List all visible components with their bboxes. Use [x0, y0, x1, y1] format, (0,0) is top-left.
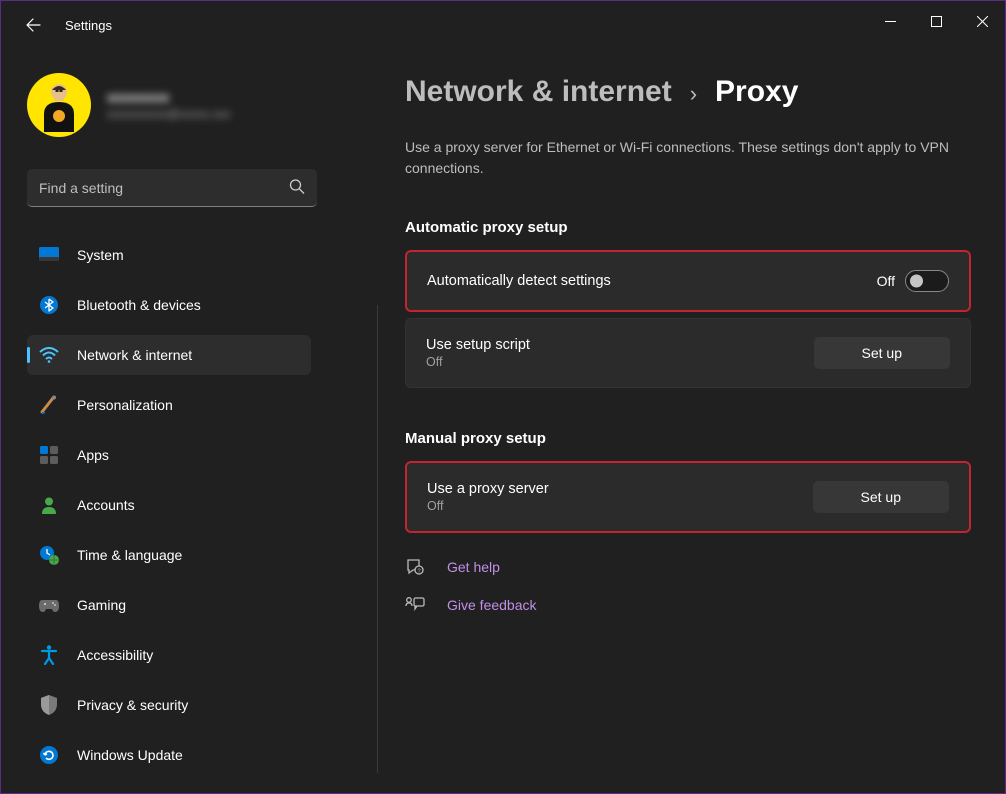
window-title: Settings	[65, 18, 112, 33]
setup-script-button[interactable]: Set up	[814, 337, 950, 369]
nav-gaming[interactable]: Gaming	[27, 585, 311, 625]
paintbrush-icon	[39, 395, 59, 415]
nav-label: Network & internet	[77, 347, 192, 363]
back-button[interactable]	[23, 15, 43, 35]
section-auto-title: Automatic proxy setup	[405, 219, 971, 236]
breadcrumb-parent[interactable]: Network & internet	[405, 75, 672, 109]
nav-bluetooth[interactable]: Bluetooth & devices	[27, 285, 311, 325]
page-description: Use a proxy server for Ethernet or Wi-Fi…	[405, 137, 971, 179]
search-input[interactable]	[27, 169, 317, 207]
main-content: Network & internet › Proxy Use a proxy s…	[321, 49, 1005, 793]
setup-script-card[interactable]: Use setup script Off Set up	[405, 318, 971, 388]
nav-list: System Bluetooth & devices Network & int…	[27, 235, 311, 775]
auto-detect-state: Off	[877, 273, 895, 289]
person-icon	[39, 495, 59, 515]
nav-accounts[interactable]: Accounts	[27, 485, 311, 525]
nav-system[interactable]: System	[27, 235, 311, 275]
minimize-button[interactable]	[867, 1, 913, 41]
auto-detect-label: Automatically detect settings	[427, 273, 877, 289]
nav-label: Privacy & security	[77, 697, 188, 713]
sidebar: xxxxxxxx xxxxxxxxxx@xxxxx.xxx System Blu…	[1, 49, 321, 793]
user-account[interactable]: xxxxxxxx xxxxxxxxxx@xxxxx.xxx	[27, 73, 311, 137]
nav-apps[interactable]: Apps	[27, 435, 311, 475]
nav-time-language[interactable]: Time & language	[27, 535, 311, 575]
page-title: Proxy	[715, 75, 798, 109]
nav-label: Time & language	[77, 547, 182, 563]
close-button[interactable]	[959, 1, 1005, 41]
give-feedback-label: Give feedback	[447, 597, 537, 613]
give-feedback-link[interactable]: Give feedback	[405, 595, 971, 615]
breadcrumb: Network & internet › Proxy	[405, 75, 971, 109]
nav-label: Gaming	[77, 597, 126, 613]
footer-links: ? Get help Give feedback	[405, 557, 971, 615]
nav-network[interactable]: Network & internet	[27, 335, 311, 375]
accessibility-icon	[39, 645, 59, 665]
update-icon	[39, 745, 59, 765]
get-help-link[interactable]: ? Get help	[405, 557, 971, 577]
nav-label: Personalization	[77, 397, 173, 413]
user-email: xxxxxxxxxx@xxxxx.xxx	[107, 107, 231, 121]
clock-globe-icon	[39, 545, 59, 565]
setup-script-status: Off	[426, 355, 814, 369]
auto-detect-card[interactable]: Automatically detect settings Off	[405, 250, 971, 312]
proxy-server-label: Use a proxy server	[427, 481, 813, 497]
nav-label: Accessibility	[77, 647, 153, 663]
wifi-icon	[39, 345, 59, 365]
nav-windows-update[interactable]: Windows Update	[27, 735, 311, 775]
divider	[377, 305, 378, 773]
apps-icon	[39, 445, 59, 465]
system-icon	[39, 245, 59, 265]
nav-privacy[interactable]: Privacy & security	[27, 685, 311, 725]
nav-label: Bluetooth & devices	[77, 297, 201, 313]
chevron-right-icon: ›	[690, 81, 697, 107]
nav-label: Accounts	[77, 497, 135, 513]
user-info: xxxxxxxx xxxxxxxxxx@xxxxx.xxx	[107, 89, 231, 121]
auto-detect-toggle[interactable]	[905, 270, 949, 292]
avatar	[27, 73, 91, 137]
nav-label: System	[77, 247, 124, 263]
feedback-icon	[405, 595, 425, 615]
setup-script-label: Use setup script	[426, 337, 814, 353]
help-icon: ?	[405, 557, 425, 577]
nav-personalization[interactable]: Personalization	[27, 385, 311, 425]
nav-accessibility[interactable]: Accessibility	[27, 635, 311, 675]
maximize-button[interactable]	[913, 1, 959, 41]
nav-label: Apps	[77, 447, 109, 463]
nav-label: Windows Update	[77, 747, 183, 763]
window-controls	[867, 1, 1005, 41]
controller-icon	[39, 595, 59, 615]
proxy-server-card[interactable]: Use a proxy server Off Set up	[405, 461, 971, 533]
back-arrow-icon	[25, 17, 41, 33]
user-name: xxxxxxxx	[107, 89, 231, 105]
search-box[interactable]	[27, 169, 317, 207]
proxy-server-status: Off	[427, 499, 813, 513]
proxy-server-button[interactable]: Set up	[813, 481, 949, 513]
get-help-label: Get help	[447, 559, 500, 575]
bluetooth-icon	[39, 295, 59, 315]
section-manual-title: Manual proxy setup	[405, 430, 971, 447]
titlebar: Settings	[1, 1, 1005, 49]
shield-icon	[39, 695, 59, 715]
